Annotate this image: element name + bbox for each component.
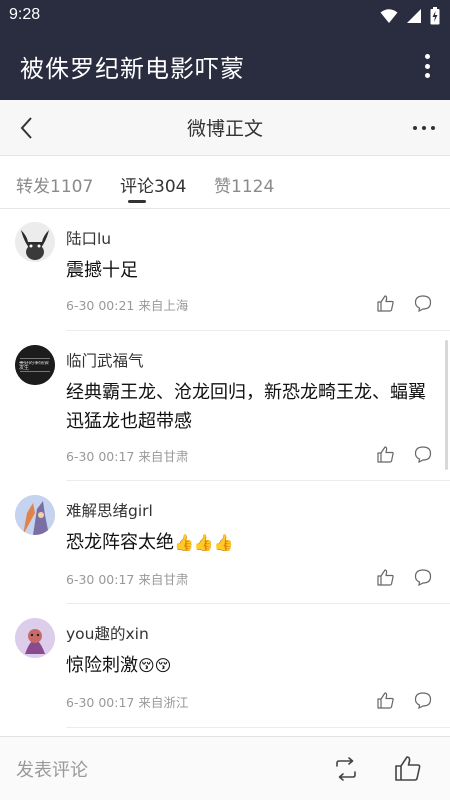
comment-author[interactable]: 临门武福气: [66, 349, 144, 371]
divider: [66, 480, 450, 481]
tab-indicator: [128, 200, 146, 203]
comment-meta: 6-30 00:17 来自甘肃: [66, 449, 189, 464]
comment-text-body: 恐龙阵容太绝: [66, 532, 174, 553]
tab-likes[interactable]: 赞1124: [214, 172, 274, 197]
reply-icon[interactable]: [414, 445, 432, 463]
comment-text: 惊险刺激😚😚: [66, 651, 426, 680]
comment-text-body: 惊险刺激: [66, 655, 138, 676]
comment-meta: 6-30 00:21 来自上海: [66, 298, 189, 313]
reply-icon[interactable]: [414, 691, 432, 709]
avatar[interactable]: 美好的事情会发生: [15, 345, 55, 385]
avatar[interactable]: [15, 495, 55, 535]
tab-reposts[interactable]: 转发1107: [16, 172, 93, 197]
tab-bar: 转发1107 评论304 赞1124: [0, 156, 450, 209]
status-bar: 9:28: [0, 0, 450, 32]
nav-bar: 微博正文: [0, 100, 450, 156]
more-icon[interactable]: [412, 118, 436, 138]
divider: [66, 603, 450, 604]
avatar-text: 美好的事情会发生: [19, 361, 50, 371]
status-time: 9:28: [9, 6, 41, 23]
like-icon[interactable]: [377, 446, 394, 463]
comment-author[interactable]: 难解思绪girl: [66, 499, 153, 521]
comment-author[interactable]: 陆口lu: [66, 227, 111, 249]
page-title: 微博正文: [186, 118, 263, 140]
scrollbar[interactable]: [445, 340, 448, 470]
comment-meta: 6-30 00:17 来自浙江: [66, 695, 189, 710]
divider: [66, 727, 450, 728]
reply-icon[interactable]: [414, 294, 432, 312]
bottom-bar: 发表评论: [0, 736, 450, 800]
signal-icon: [407, 9, 421, 23]
comment-text: 震撼十足: [66, 260, 138, 281]
app-bar: 被侏罗纪新电影吓蒙: [0, 32, 450, 100]
tab-comments[interactable]: 评论304: [120, 172, 186, 197]
repost-icon[interactable]: [333, 756, 359, 782]
comment-text: 恐龙阵容太绝👍👍👍: [66, 528, 426, 557]
comment-text: 经典霸王龙、沧龙回归，新恐龙畸王龙、蝠翼迅猛龙也超带感: [66, 382, 426, 432]
avatar[interactable]: [15, 618, 55, 658]
like-icon[interactable]: [377, 569, 394, 586]
wifi-icon: [380, 9, 398, 23]
overflow-icon[interactable]: [424, 54, 430, 78]
like-bottom-icon[interactable]: [394, 755, 421, 782]
comment-meta: 6-30 00:17 来自甘肃: [66, 572, 189, 587]
divider: [66, 330, 450, 331]
avatar[interactable]: [15, 222, 55, 262]
status-icons: [380, 7, 440, 25]
kissing-emoji: 😚😚: [138, 656, 172, 675]
battery-icon: [430, 7, 440, 25]
comment-input[interactable]: 发表评论: [16, 756, 88, 782]
thumbs-up-emoji: 👍👍👍: [174, 533, 234, 552]
like-icon[interactable]: [377, 295, 394, 312]
like-icon[interactable]: [377, 692, 394, 709]
reply-icon[interactable]: [414, 568, 432, 586]
app-title: 被侏罗纪新电影吓蒙: [20, 55, 245, 83]
comment-author[interactable]: you趣的xin: [66, 622, 149, 644]
